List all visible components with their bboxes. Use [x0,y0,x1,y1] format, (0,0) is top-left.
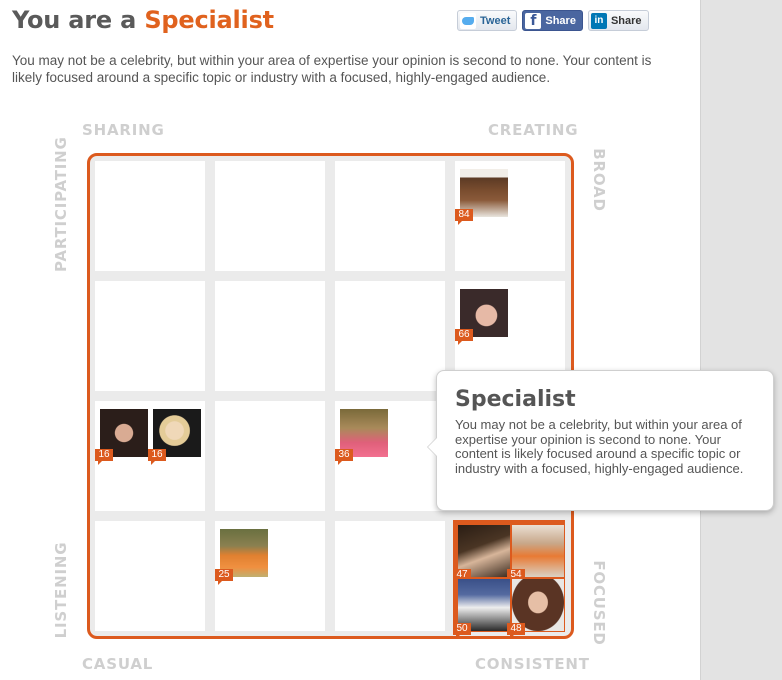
klout-score-badge: 50 [453,623,471,639]
matrix-cell[interactable] [335,521,445,631]
user-avatar[interactable]: 47 [453,525,510,585]
user-avatar[interactable]: 54 [507,525,564,585]
user-avatar[interactable]: 25 [215,529,268,585]
matrix-cell[interactable] [215,161,325,271]
linkedin-share-label: Share [610,14,642,27]
klout-score-badge: 16 [95,449,113,465]
share-bar: Tweet f Share in Share [457,10,649,31]
axis-label-focused: FOCUSED [590,560,608,646]
klout-score-badge: 48 [507,623,525,639]
matrix-cell[interactable] [215,281,325,391]
axis-label-consistent: CONSISTENT [475,655,590,673]
selected-cell-avatar-group[interactable]: 47 54 50 48 [453,520,565,639]
user-avatar[interactable]: 50 [453,579,510,639]
matrix-cell[interactable]: 25 [215,521,325,631]
axis-label-participating: PARTICIPATING [52,136,70,272]
matrix-cell[interactable] [215,401,325,511]
klout-style-name: Specialist [144,6,274,34]
matrix-cell[interactable] [335,281,445,391]
right-sidebar-gutter [700,0,782,680]
user-avatar[interactable]: 48 [507,579,564,639]
klout-score-badge: 36 [335,449,353,465]
facebook-share-button[interactable]: f Share [522,10,583,31]
klout-score-badge: 16 [148,449,166,465]
user-avatar[interactable]: 84 [455,169,508,225]
linkedin-share-button[interactable]: in Share [587,10,649,31]
axis-label-broad: BROAD [590,148,608,212]
matrix-cell[interactable] [335,161,445,271]
tooltip-body: You may not be a celebrity, but within y… [455,417,744,476]
tooltip-title: Specialist [455,387,576,412]
matrix-cell[interactable]: 16 16 [95,401,205,511]
title-prefix: You are a [12,6,145,34]
matrix-cell[interactable] [95,161,205,271]
user-avatar[interactable]: 66 [455,289,508,345]
style-tooltip: Specialist You may not be a celebrity, b… [427,370,774,511]
klout-score-badge: 66 [455,329,473,345]
user-avatar[interactable]: 16 [148,409,201,465]
matrix-cell[interactable]: 84 [455,161,565,271]
facebook-share-label: Share [545,14,576,27]
user-avatar[interactable]: 36 [335,409,388,465]
axis-label-casual: CASUAL [82,655,154,673]
twitter-bird-icon [460,12,476,29]
axis-label-listening: LISTENING [52,541,70,639]
axis-label-sharing: SHARING [82,121,165,139]
facebook-icon: f [525,12,542,29]
matrix-cell[interactable] [95,281,205,391]
user-avatar[interactable]: 16 [95,409,148,465]
style-description: You may not be a celebrity, but within y… [12,53,652,85]
tweet-button[interactable]: Tweet [457,10,518,31]
axis-label-creating: CREATING [488,121,579,139]
tweet-label: Tweet [480,14,511,27]
linkedin-icon: in [590,12,607,29]
matrix-cell[interactable] [95,521,205,631]
klout-score-badge: 25 [215,569,233,585]
klout-score-badge: 84 [455,209,473,225]
page-title: You are a Specialist [12,6,274,34]
